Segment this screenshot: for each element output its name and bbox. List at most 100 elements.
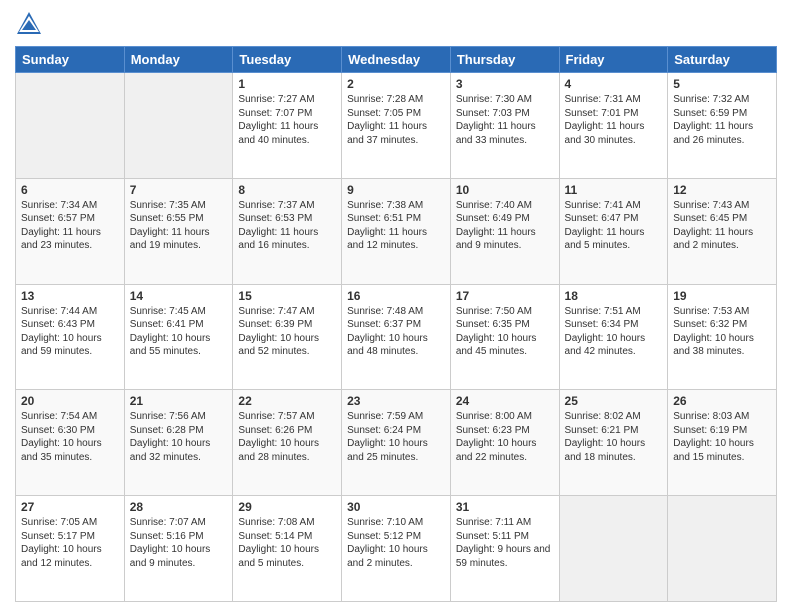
day-info: Sunrise: 7:08 AM Sunset: 5:14 PM Dayligh…	[238, 516, 336, 570]
calendar-body: 1Sunrise: 7:27 AM Sunset: 7:07 PM Daylig…	[16, 73, 777, 602]
day-number: 28	[130, 500, 228, 514]
day-number: 9	[347, 183, 445, 197]
calendar-week: 27 Sunrise: 7:05 AM Sunset: 5:17 PM Dayli…	[16, 496, 777, 602]
day-info: Sunrise: 7:38 AM Sunset: 6:51 PM Dayligh…	[347, 199, 445, 253]
calendar-day: 26 Sunrise: 8:03 AM Sunset: 6:19 PM Dayli…	[668, 390, 777, 496]
day-info: Sunrise: 7:50 AM Sunset: 6:35 PM Dayligh…	[456, 305, 554, 359]
calendar-day: 22Sunrise: 7:57 AM Sunset: 6:26 PM Dayli…	[233, 390, 342, 496]
day-number: 11	[565, 183, 663, 197]
weekday-header: Saturday	[668, 47, 777, 73]
logo	[15, 10, 46, 38]
day-number: 30	[347, 500, 445, 514]
day-number: 18	[565, 289, 663, 303]
day-info: Sunrise: 7:10 AM Sunset: 5:12 PM Dayligh…	[347, 516, 445, 570]
day-number: 21	[130, 394, 228, 408]
calendar-day: 21 Sunrise: 7:56 AM Sunset: 6:28 PM Dayli…	[124, 390, 233, 496]
day-number: 22	[238, 394, 336, 408]
day-info: Sunrise: 7:45 AM Sunset: 6:41 PM Dayligh…	[130, 305, 228, 359]
day-info: Sunrise: 7:40 AM Sunset: 6:49 PM Dayligh…	[456, 199, 554, 253]
day-number: 3	[456, 77, 554, 91]
day-number: 31	[456, 500, 554, 514]
day-number: 19	[673, 289, 771, 303]
page: SundayMondayTuesdayWednesdayThursdayFrid…	[0, 0, 792, 612]
day-info: Sunrise: 7:37 AM Sunset: 6:53 PM Dayligh…	[238, 199, 336, 253]
day-info: Sunrise: 7:34 AM Sunset: 6:57 PM Dayligh…	[21, 199, 119, 253]
calendar-day: 6 Sunrise: 7:34 AM Sunset: 6:57 PM Daylig…	[16, 178, 125, 284]
day-info: Sunrise: 7:35 AM Sunset: 6:55 PM Dayligh…	[130, 199, 228, 253]
day-info: Sunrise: 7:51 AM Sunset: 6:34 PM Dayligh…	[565, 305, 663, 359]
day-info: Sunrise: 8:03 AM Sunset: 6:19 PM Dayligh…	[673, 410, 771, 464]
day-number: 24	[456, 394, 554, 408]
calendar-day: 12 Sunrise: 7:43 AM Sunset: 6:45 PM Dayli…	[668, 178, 777, 284]
calendar-day	[16, 73, 125, 179]
calendar-day: 19 Sunrise: 7:53 AM Sunset: 6:32 PM Dayli…	[668, 284, 777, 390]
day-info: Sunrise: 7:30 AM Sunset: 7:03 PM Dayligh…	[456, 93, 554, 147]
weekday-header: Sunday	[16, 47, 125, 73]
day-info: Sunrise: 7:53 AM Sunset: 6:32 PM Dayligh…	[673, 305, 771, 359]
calendar-week: 1Sunrise: 7:27 AM Sunset: 7:07 PM Daylig…	[16, 73, 777, 179]
day-number: 4	[565, 77, 663, 91]
day-number: 1	[238, 77, 336, 91]
day-number: 5	[673, 77, 771, 91]
calendar-day: 13Sunrise: 7:44 AM Sunset: 6:43 PM Dayli…	[16, 284, 125, 390]
logo-icon	[15, 10, 43, 38]
day-info: Sunrise: 7:05 AM Sunset: 5:17 PM Dayligh…	[21, 516, 119, 570]
calendar-day: 7 Sunrise: 7:35 AM Sunset: 6:55 PM Daylig…	[124, 178, 233, 284]
day-info: Sunrise: 8:00 AM Sunset: 6:23 PM Dayligh…	[456, 410, 554, 464]
day-info: Sunrise: 7:47 AM Sunset: 6:39 PM Dayligh…	[238, 305, 336, 359]
calendar-day: 5 Sunrise: 7:32 AM Sunset: 6:59 PM Daylig…	[668, 73, 777, 179]
calendar: SundayMondayTuesdayWednesdayThursdayFrid…	[15, 46, 777, 602]
day-info: Sunrise: 7:41 AM Sunset: 6:47 PM Dayligh…	[565, 199, 663, 253]
day-info: Sunrise: 7:31 AM Sunset: 7:01 PM Dayligh…	[565, 93, 663, 147]
calendar-day: 14 Sunrise: 7:45 AM Sunset: 6:41 PM Dayli…	[124, 284, 233, 390]
day-info: Sunrise: 7:11 AM Sunset: 5:11 PM Dayligh…	[456, 516, 554, 570]
day-info: Sunrise: 7:54 AM Sunset: 6:30 PM Dayligh…	[21, 410, 119, 464]
day-number: 7	[130, 183, 228, 197]
calendar-week: 20 Sunrise: 7:54 AM Sunset: 6:30 PM Dayli…	[16, 390, 777, 496]
weekday-header: Monday	[124, 47, 233, 73]
calendar-day: 30 Sunrise: 7:10 AM Sunset: 5:12 PM Dayli…	[342, 496, 451, 602]
calendar-day: 18 Sunrise: 7:51 AM Sunset: 6:34 PM Dayli…	[559, 284, 668, 390]
calendar-day: 29 Sunrise: 7:08 AM Sunset: 5:14 PM Dayli…	[233, 496, 342, 602]
weekday-header: Friday	[559, 47, 668, 73]
day-info: Sunrise: 7:28 AM Sunset: 7:05 PM Dayligh…	[347, 93, 445, 147]
weekday-header: Tuesday	[233, 47, 342, 73]
calendar-day: 20 Sunrise: 7:54 AM Sunset: 6:30 PM Dayli…	[16, 390, 125, 496]
calendar-day: 17Sunrise: 7:50 AM Sunset: 6:35 PM Dayli…	[450, 284, 559, 390]
day-info: Sunrise: 7:43 AM Sunset: 6:45 PM Dayligh…	[673, 199, 771, 253]
day-number: 16	[347, 289, 445, 303]
calendar-week: 13Sunrise: 7:44 AM Sunset: 6:43 PM Dayli…	[16, 284, 777, 390]
calendar-day: 8 Sunrise: 7:37 AM Sunset: 6:53 PM Daylig…	[233, 178, 342, 284]
calendar-header: SundayMondayTuesdayWednesdayThursdayFrid…	[16, 47, 777, 73]
day-number: 6	[21, 183, 119, 197]
day-number: 27	[21, 500, 119, 514]
day-info: Sunrise: 7:48 AM Sunset: 6:37 PM Dayligh…	[347, 305, 445, 359]
header	[15, 10, 777, 38]
day-info: Sunrise: 7:32 AM Sunset: 6:59 PM Dayligh…	[673, 93, 771, 147]
calendar-week: 6 Sunrise: 7:34 AM Sunset: 6:57 PM Daylig…	[16, 178, 777, 284]
calendar-day	[668, 496, 777, 602]
day-number: 10	[456, 183, 554, 197]
day-number: 14	[130, 289, 228, 303]
day-number: 20	[21, 394, 119, 408]
day-number: 8	[238, 183, 336, 197]
day-number: 2	[347, 77, 445, 91]
day-number: 25	[565, 394, 663, 408]
day-number: 15	[238, 289, 336, 303]
day-info: Sunrise: 7:07 AM Sunset: 5:16 PM Dayligh…	[130, 516, 228, 570]
calendar-day: 3 Sunrise: 7:30 AM Sunset: 7:03 PM Daylig…	[450, 73, 559, 179]
calendar-day: 28 Sunrise: 7:07 AM Sunset: 5:16 PM Dayli…	[124, 496, 233, 602]
weekday-header: Thursday	[450, 47, 559, 73]
day-number: 12	[673, 183, 771, 197]
calendar-day: 25Sunrise: 8:02 AM Sunset: 6:21 PM Dayli…	[559, 390, 668, 496]
day-info: Sunrise: 7:44 AM Sunset: 6:43 PM Dayligh…	[21, 305, 119, 359]
calendar-day: 31 Sunrise: 7:11 AM Sunset: 5:11 PM Dayli…	[450, 496, 559, 602]
day-number: 26	[673, 394, 771, 408]
calendar-day: 2 Sunrise: 7:28 AM Sunset: 7:05 PM Daylig…	[342, 73, 451, 179]
day-number: 29	[238, 500, 336, 514]
weekday-row: SundayMondayTuesdayWednesdayThursdayFrid…	[16, 47, 777, 73]
calendar-day: 23Sunrise: 7:59 AM Sunset: 6:24 PM Dayli…	[342, 390, 451, 496]
calendar-day: 24 Sunrise: 8:00 AM Sunset: 6:23 PM Dayli…	[450, 390, 559, 496]
calendar-day: 15 Sunrise: 7:47 AM Sunset: 6:39 PM Dayli…	[233, 284, 342, 390]
day-info: Sunrise: 7:56 AM Sunset: 6:28 PM Dayligh…	[130, 410, 228, 464]
